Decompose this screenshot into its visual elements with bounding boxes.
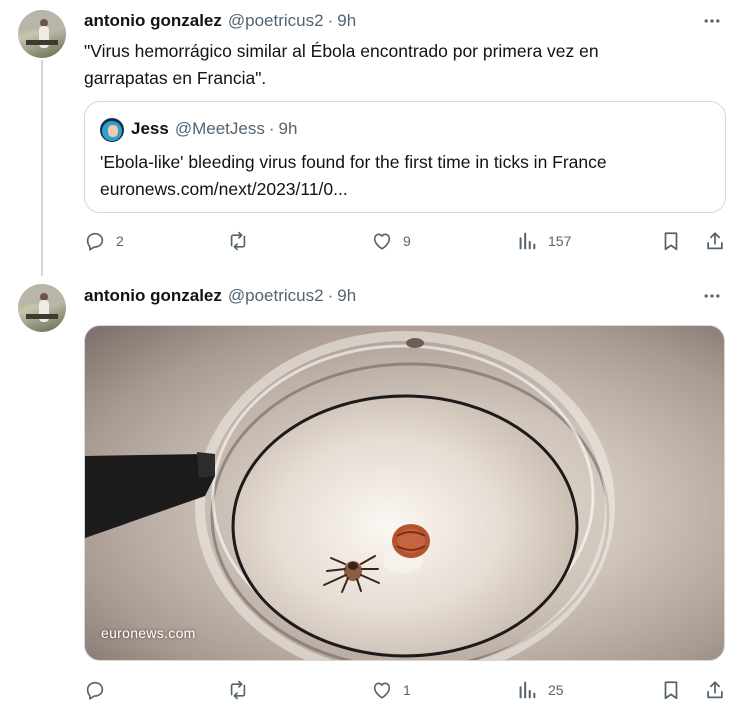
display-name[interactable]: antonio gonzalez <box>84 11 222 31</box>
heart-icon <box>373 233 391 250</box>
media-watermark: euronews.com <box>101 625 196 641</box>
separator: · <box>327 286 334 305</box>
user-handle[interactable]: @poetricus2 <box>228 286 324 306</box>
petri-dish-photo <box>85 331 615 660</box>
bookmark-button[interactable] <box>660 678 682 702</box>
reply-icon <box>86 232 104 251</box>
retweet-icon <box>230 231 246 251</box>
tweet-text: "Virus hemorrágico similar al Ébola enco… <box>84 38 714 92</box>
tweet-actions: 1 25 <box>84 678 730 702</box>
like-button[interactable]: 9 <box>371 229 411 253</box>
tweet-header: antonio gonzalez @poetricus2 · 9h <box>84 9 356 33</box>
reply-count: 2 <box>116 233 124 249</box>
tweet-media-image[interactable]: euronews.com <box>84 325 725 661</box>
like-count: 1 <box>403 682 411 698</box>
quote-link: euronews.com/next/2023/11/0... <box>100 179 348 199</box>
reply-button[interactable] <box>84 678 116 702</box>
quote-text-line: 'Ebola-like' bleeding virus found for th… <box>100 152 607 172</box>
retweet-button[interactable] <box>227 229 259 253</box>
quote-timestamp: 9h <box>278 119 298 138</box>
user-handle[interactable]: @poetricus2 <box>228 11 324 31</box>
retweet-button[interactable] <box>227 678 259 702</box>
tweet-text-line: garrapatas en Francia". <box>84 68 267 88</box>
tweet-text-line: "Virus hemorrágico similar al Ébola enco… <box>84 41 599 61</box>
separator: · <box>268 119 275 138</box>
quoted-tweet[interactable]: Jess @MeetJess · 9h 'Ebola-like' bleedin… <box>84 101 726 213</box>
share-icon <box>707 232 723 250</box>
views-icon <box>519 681 536 699</box>
timestamp[interactable]: 9h <box>337 11 356 31</box>
more-options-button[interactable] <box>700 9 724 33</box>
avatar[interactable] <box>18 284 66 332</box>
like-count: 9 <box>403 233 411 249</box>
reply-icon <box>86 681 104 700</box>
thread-line <box>41 60 43 276</box>
quote-display-name: Jess <box>131 119 169 138</box>
tweet-actions: 2 9 157 <box>84 229 730 253</box>
quote-handle: @MeetJess <box>174 119 265 138</box>
quote-text: 'Ebola-like' bleeding virus found for th… <box>100 149 607 203</box>
share-icon <box>707 681 723 699</box>
tweet-header: antonio gonzalez @poetricus2 · 9h <box>84 284 356 308</box>
more-horizontal-icon <box>704 294 720 298</box>
views-icon <box>519 232 536 250</box>
separator: · <box>327 11 334 30</box>
heart-icon <box>373 682 391 699</box>
more-horizontal-icon <box>704 19 720 23</box>
views-count: 157 <box>548 233 572 249</box>
more-options-button[interactable] <box>700 284 724 308</box>
avatar[interactable] <box>18 10 66 58</box>
like-button[interactable]: 1 <box>371 678 411 702</box>
bookmark-button[interactable] <box>660 229 682 253</box>
share-button[interactable] <box>704 678 726 702</box>
timestamp[interactable]: 9h <box>337 286 356 306</box>
bookmark-icon <box>664 681 678 700</box>
quote-avatar <box>100 118 124 142</box>
views-button[interactable]: 25 <box>516 678 564 702</box>
views-count: 25 <box>548 682 564 698</box>
display-name[interactable]: antonio gonzalez <box>84 286 222 306</box>
quote-header: Jess @MeetJess · 9h <box>131 119 297 139</box>
bookmark-icon <box>664 232 678 251</box>
share-button[interactable] <box>704 229 726 253</box>
views-button[interactable]: 157 <box>516 229 571 253</box>
reply-button[interactable]: 2 <box>84 229 124 253</box>
retweet-icon <box>230 680 246 700</box>
